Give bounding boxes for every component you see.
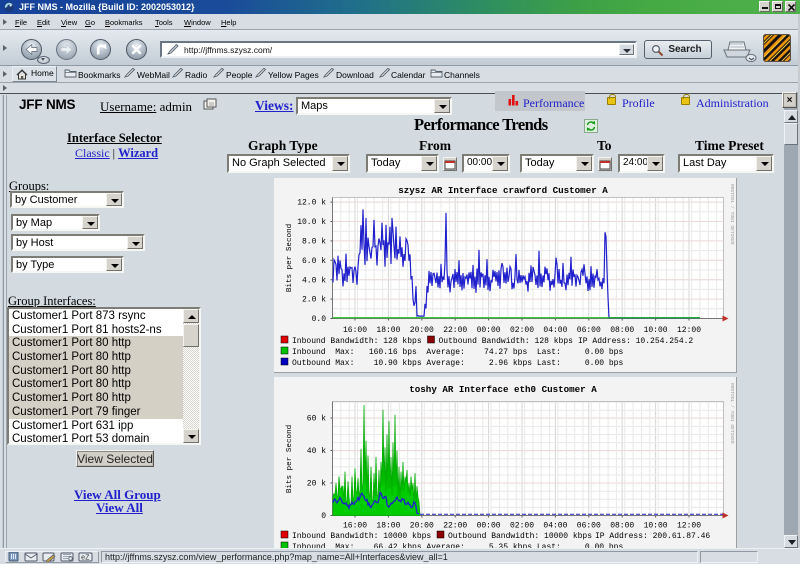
svg-text:08:00: 08:00 bbox=[610, 522, 634, 531]
svg-text:Outbound Bandwidth: 10000 kbps: Outbound Bandwidth: 10000 kbps bbox=[448, 532, 592, 541]
svg-text:16:00: 16:00 bbox=[343, 522, 367, 531]
svg-text:10.0 k: 10.0 k bbox=[297, 218, 326, 227]
svg-text:02:00: 02:00 bbox=[510, 522, 534, 531]
svg-text:RRDTOOL / TOBI OETIKER: RRDTOOL / TOBI OETIKER bbox=[729, 184, 735, 245]
svg-text:06:00: 06:00 bbox=[577, 522, 601, 531]
svg-text:18:00: 18:00 bbox=[376, 522, 400, 531]
svg-text:4.0 k: 4.0 k bbox=[302, 276, 326, 285]
svg-text:04:00: 04:00 bbox=[543, 522, 567, 531]
svg-text:00:00: 00:00 bbox=[477, 326, 501, 335]
svg-text:6.0 k: 6.0 k bbox=[302, 257, 326, 266]
svg-text:toshy AR Interface eth0 Custom: toshy AR Interface eth0 Customer A bbox=[409, 384, 597, 395]
svg-text:22:00: 22:00 bbox=[443, 326, 467, 335]
svg-text:22:00: 22:00 bbox=[443, 522, 467, 531]
svg-text:12:00: 12:00 bbox=[677, 326, 701, 335]
svg-text:eZ: eZ bbox=[81, 555, 89, 563]
svg-text:20:00: 20:00 bbox=[410, 326, 434, 335]
svg-text:Bits per Second: Bits per Second bbox=[286, 224, 294, 292]
svg-text:Bits per Second: Bits per Second bbox=[286, 425, 294, 493]
svg-text:Outbound Bandwidth: 128 kbps: Outbound Bandwidth: 128 kbps bbox=[439, 337, 574, 346]
svg-text:0: 0 bbox=[321, 512, 326, 521]
svg-text:20:00: 20:00 bbox=[410, 522, 434, 531]
svg-text:16:00: 16:00 bbox=[343, 326, 367, 335]
svg-text:szysz AR Interface crawford Cu: szysz AR Interface crawford Customer A bbox=[398, 185, 608, 196]
svg-text:40 k: 40 k bbox=[307, 447, 326, 456]
svg-text:IP Address: 10.254.254.2: IP Address: 10.254.254.2 bbox=[578, 337, 693, 346]
svg-text:18:00: 18:00 bbox=[376, 326, 400, 335]
svg-text:08:00: 08:00 bbox=[610, 326, 634, 335]
svg-text:Inbound Bandwidth: 10000 kbps: Inbound Bandwidth: 10000 kbps bbox=[292, 532, 431, 541]
svg-text:00:00: 00:00 bbox=[477, 522, 501, 531]
svg-text:Inbound Bandwidth: 128 kbps: Inbound Bandwidth: 128 kbps bbox=[292, 337, 422, 346]
svg-text:IP Address: 200.61.87.46: IP Address: 200.61.87.46 bbox=[595, 532, 710, 541]
svg-text:8.0 k: 8.0 k bbox=[302, 238, 326, 247]
svg-text:06:00: 06:00 bbox=[577, 326, 601, 335]
svg-text:10:00: 10:00 bbox=[644, 326, 668, 335]
svg-text:2.0 k: 2.0 k bbox=[302, 296, 326, 305]
svg-text:10:00: 10:00 bbox=[644, 522, 668, 531]
svg-text:02:00: 02:00 bbox=[510, 326, 534, 335]
svg-text:12.0 k: 12.0 k bbox=[297, 199, 326, 208]
svg-text:60 k: 60 k bbox=[307, 415, 326, 424]
svg-text:12:00: 12:00 bbox=[677, 522, 701, 531]
svg-text:20 k: 20 k bbox=[307, 480, 326, 489]
svg-text:0.0: 0.0 bbox=[312, 315, 327, 324]
svg-text:04:00: 04:00 bbox=[543, 326, 567, 335]
svg-text:Outbound Max: 10.90 kbps Av: Outbound Max: 10.90 kbps Average: 2.96 k… bbox=[292, 359, 623, 368]
svg-text:Inbound Max: 160.16 bps Av: Inbound Max: 160.16 bps Average: 74.27 b… bbox=[292, 348, 623, 357]
svg-text:RRDTOOL / TOBI OETIKER: RRDTOOL / TOBI OETIKER bbox=[729, 383, 735, 444]
